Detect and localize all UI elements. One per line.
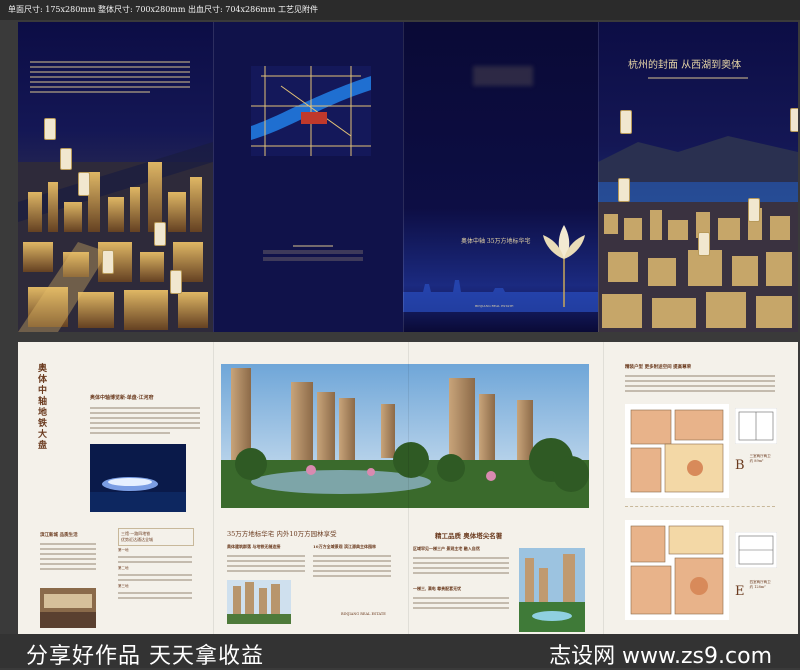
key-plan-e [735,532,777,568]
left-box-line: 优势近达通达全城 [121,537,153,542]
mid-sub-a: 奥体建筑群落 与地铁无缝连接 [227,544,281,549]
night-city-illustration-right [598,136,798,332]
landmark-tag [790,108,798,132]
project-logo-blurred [473,66,533,86]
inside-sheet: 奥体中轴 地铁大盘 奥体中轴博览新·单盘·江河府 滨江新城 品质生活 三馆·一路… [18,342,798,634]
outside-sheet: 奥体中轴 35万方地标华宅 BINJIANG REAL ESTATE 杭州的封面… [18,22,798,332]
landmark-tag [698,232,710,256]
left-highlight-box: 三馆·一路四地铁 优势近达通达全城 [118,528,194,546]
watermark-left-text: 分享好作品 天天拿收益 [26,644,264,669]
spec-line: 单面尺寸: 175x280mm 整体尺寸: 700x280mm 出血尺寸: 70… [0,0,800,20]
left-list: 第一地 第二地 第三地 [118,548,192,602]
landmark-tag [620,110,632,134]
landmark-tag [618,178,630,202]
right-sub-a: 区域罕见一梯三户 景观主宅 融入自然 [413,546,480,551]
plan-b-letter: B [735,458,745,473]
floor-plan-e [625,520,729,620]
left-sub-heading: 滨江新城 品质生活 [40,533,78,538]
plan-e-area: 约 128m² [749,585,766,589]
outside-panel-city-right: 杭州的封面 从西湖到奥体 [598,22,798,332]
plan-e-label-group: E 四室两厅两卫 约 128m² [735,580,779,599]
landmark-tag [170,270,182,294]
inside-panel-plans: 精装户型 更多附送空间 提高尊荣 B 三室两厅两卫 约 89m² E 四室两厅两… [603,342,798,634]
landmark-tag [44,118,56,140]
divider [625,506,775,513]
left-list-item: 第二地 [118,566,129,570]
left-list-item: 第一地 [118,548,129,552]
watermark-bar: 分享好作品 天天拿收益 志设网 www.zs9.com [0,634,800,669]
mid-text-b [313,552,391,580]
contact-blurred [263,242,363,264]
plan-e-letter: E [735,584,745,599]
key-plan-b [735,408,777,444]
landmark-tag [78,172,90,196]
left-list-item: 第三地 [118,584,129,588]
floor-plan-b [625,404,729,498]
location-map [251,66,371,156]
right-headline: 精工品质 奥体塔尖名著 [435,532,503,540]
left-sub-text [40,540,96,573]
mid-headline-left: 35万方地标华宅 内外10万方园林享受 [227,530,337,538]
right-text-b [413,594,509,612]
left-vertical-title: 奥体中轴 地铁大盘 [38,364,48,451]
mall-photo [40,588,96,628]
inside-panel-left: 奥体中轴 地铁大盘 奥体中轴博览新·单盘·江河府 滨江新城 品质生活 三馆·一路… [18,342,213,634]
landmark-tag [748,198,760,222]
garden-towers-photo [519,548,585,632]
cover-brand: BINJIANG REAL ESTATE [475,304,514,308]
outside-panel-city-left [18,22,213,332]
residential-towers-render [221,364,589,508]
right-slogan: 杭州的封面 从西湖到奥体 [628,60,742,71]
cover-slogan: 奥体中轴 35万方地标华宅 [461,238,531,245]
plan-b-area: 约 89m² [749,459,764,463]
mid-logo: BINJIANG REAL ESTATE [341,612,386,616]
watermark-right-text: 志设网 www.zs9.com [549,644,772,669]
plans-heading: 精装户型 更多附送空间 提高尊荣 [625,365,692,370]
right-text-a [413,554,509,577]
intro-text-block [30,58,190,96]
landmark-tag [154,222,166,246]
plan-b-label-group: B 三室两厅两卫 约 89m² [735,454,779,473]
mid-sub-b: 10万方全域景观 滨江源典主体园林 [313,544,376,549]
landmark-tag [60,148,72,170]
left-heading: 奥体中轴博览新·单盘·江河府 [90,395,154,401]
lotus-icon [543,225,585,307]
plans-text [625,372,775,395]
landmark-tag [102,250,114,274]
mid-text-a [227,552,305,575]
stadium-night-photo [90,444,186,512]
outside-panel-map [213,22,403,332]
right-sub-b: 一梯三, 满电 尊贵配套无忧 [413,586,462,591]
outside-panel-cover: 奥体中轴 35万方地标华宅 BINJIANG REAL ESTATE [403,22,598,332]
towers-thumbnail [227,580,291,624]
left-body-text [90,404,200,437]
